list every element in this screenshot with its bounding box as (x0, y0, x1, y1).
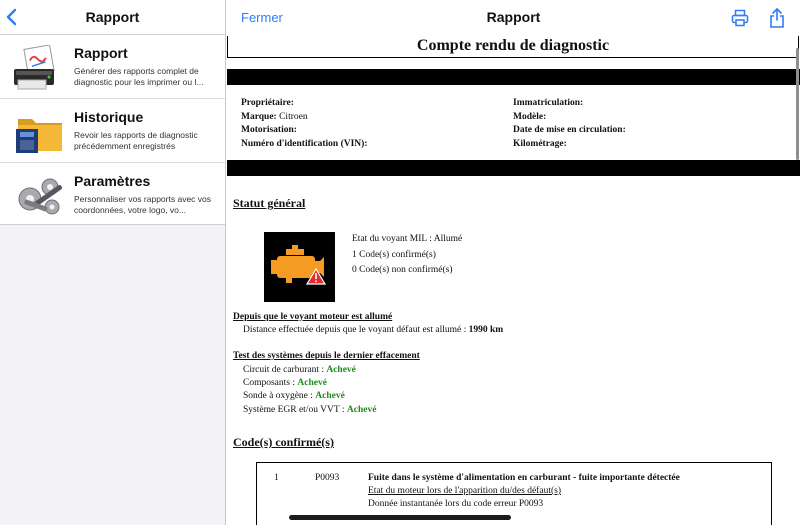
sidebar-item-desc: Revoir les rapports de diagnostic précéd… (74, 130, 198, 151)
code-value: P0093 (315, 473, 340, 483)
gears-icon (18, 178, 63, 215)
printer-report-icon (14, 45, 55, 90)
section-heading-tests: Test des systèmes depuis le dernier effa… (233, 351, 420, 361)
info-row: Marque: Citroen (241, 111, 308, 122)
sidebar-item-label: Rapport (74, 45, 128, 61)
divider (227, 160, 800, 176)
sidebar-item-desc: Générer des rapports complet de diagnost… (74, 66, 204, 87)
info-row: Modèle: (513, 111, 547, 122)
section-heading-codes: Code(s) confirmé(s) (233, 435, 334, 449)
status-summary: Etat du voyant MIL : Allumé 1 Code(s) co… (352, 232, 462, 279)
code-snapshot-label: Donnée instantanée lors du code erreur P… (368, 499, 544, 509)
test-row: Sonde à oxygène : Achevé (243, 391, 345, 401)
code-description: Fuite dans le système d'alimentation en … (368, 473, 680, 483)
home-indicator[interactable] (289, 515, 511, 520)
status-line: 0 Code(s) non confirmé(s) (352, 265, 453, 275)
printer-icon[interactable] (731, 9, 749, 27)
section-heading-mil: Depuis que le voyant moteur est allumé (233, 312, 393, 322)
sidebar-item-desc: Personnaliser vos rapports avec vos coor… (74, 194, 212, 215)
report-document: Compte rendu de diagnostic Propriétaire:… (227, 35, 800, 525)
scrollbar[interactable] (796, 48, 799, 160)
check-engine-icon (271, 245, 327, 285)
info-row: Propriétaire: (241, 98, 294, 108)
info-row: Date de mise en circulation: (513, 125, 626, 135)
test-row: Circuit de carburant : Achevé (243, 365, 356, 375)
page-title: Rapport (486, 9, 541, 25)
folder-icon (16, 119, 62, 153)
info-row: Numéro d'identification (VIN): (241, 138, 368, 149)
sidebar: Rapport Rapport Générer des rapports com… (0, 0, 226, 525)
sidebar-item-rapport[interactable]: Rapport Générer des rapports complet de … (0, 35, 225, 99)
status-line: Etat du voyant MIL : Allumé (352, 234, 463, 244)
main-header: Fermer Rapport (227, 0, 800, 35)
vehicle-info-right: Immatriculation: Modèle: Date de mise en… (513, 97, 626, 151)
sidebar-item-label: Historique (74, 109, 144, 125)
info-row: Kilométrage: (513, 138, 567, 149)
test-row: Système EGR et/ou VVT : Achevé (243, 405, 377, 415)
info-row: Motorisation: (241, 125, 297, 135)
sidebar-item-label: Paramètres (74, 173, 151, 189)
sidebar-list: Rapport Générer des rapports complet de … (0, 35, 225, 225)
share-icon[interactable] (769, 8, 785, 28)
check-engine-panel (264, 232, 335, 302)
document-title: Compte rendu de diagnostic (227, 36, 799, 58)
sidebar-item-historique[interactable]: Historique Revoir les rapports de diagno… (0, 99, 225, 163)
code-state-link: Etat du moteur lors de l'apparition du/d… (368, 486, 561, 496)
test-row: Composants : Achevé (243, 378, 327, 388)
sidebar-title: Rapport (85, 9, 140, 25)
sidebar-item-parametres[interactable]: Paramètres Personnaliser vos rapports av… (0, 163, 225, 225)
code-index: 1 (274, 473, 279, 483)
vehicle-info-left: Propriétaire: Marque: Citroen Motorisati… (241, 97, 368, 151)
mil-distance: Distance effectuée depuis que le voyant … (243, 325, 504, 335)
info-row: Immatriculation: (513, 98, 584, 108)
divider (227, 69, 800, 85)
section-heading-statut: Statut général (233, 196, 306, 210)
status-line: 1 Code(s) confirmé(s) (352, 249, 436, 260)
sidebar-header: Rapport (0, 0, 225, 35)
